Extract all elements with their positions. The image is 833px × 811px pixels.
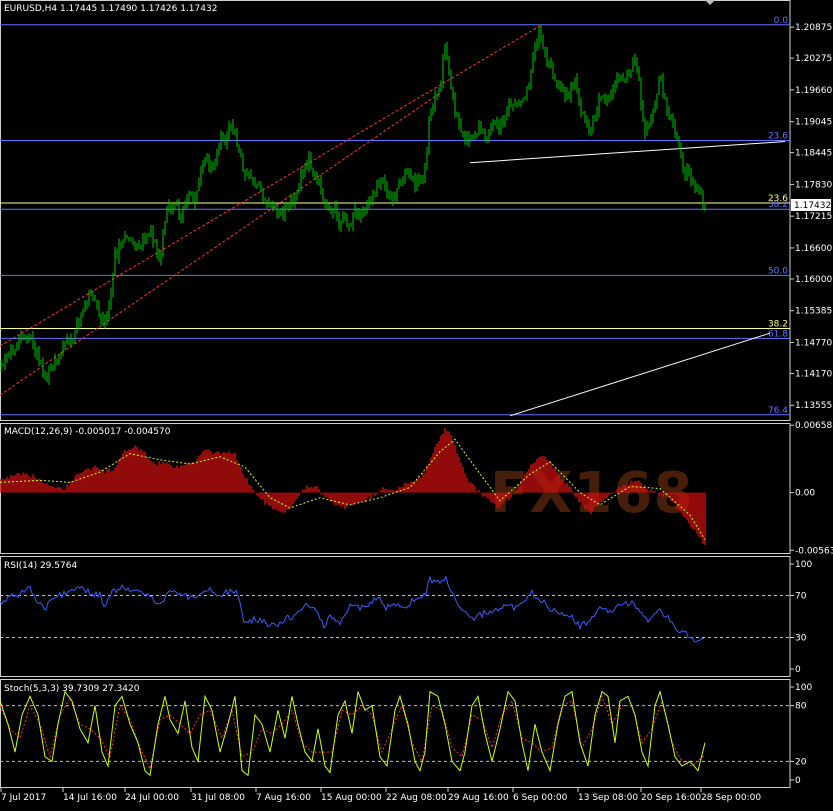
fib-level-label: 38.2 [768, 200, 788, 210]
time-tick-label: 20 Sep 16:00 [641, 793, 701, 803]
time-tick-label: 22 Aug 08:00 [386, 793, 447, 803]
chart-svg: 1.20875 1.20275 1.19660 1.19045 1.18445 1.178… [0, 0, 833, 811]
macd-axis-tick-label: 0.00 [795, 489, 815, 499]
time-tick-label: 14 Jul 16:00 [63, 793, 117, 803]
rsi-axis-tick-label: 70 [795, 592, 807, 602]
time-tick-label: 24 Jul 00:00 [125, 793, 179, 803]
price-axis-tick-label: 1.17215 [795, 212, 832, 222]
price-axis-tick-label: 1.16600 [795, 244, 832, 254]
fib-level-label: 23.6 [768, 132, 788, 142]
rsi-axis-tick-label: 0 [795, 665, 801, 675]
stoch-axis-tick-label: 0 [795, 776, 801, 786]
time-tick-label: 28 Sep 00:00 [701, 793, 761, 803]
current-price-label: 1.17432 [794, 201, 831, 211]
time-tick-label: 31 Jul 08:00 [191, 793, 245, 803]
price-axis-tick-label: 1.15385 [795, 307, 832, 317]
fib-level-label: 38.2 [768, 320, 788, 330]
price-axis-tick-label: 1.14170 [795, 369, 832, 379]
stoch-axis-tick-label: 20 [795, 757, 807, 767]
price-axis-tick-label: 1.20275 [795, 54, 832, 64]
time-tick-label: 7 Jul 2017 [1, 793, 46, 803]
stoch-axis-tick-label: 100 [795, 683, 812, 693]
price-axis-tick-label: 1.14770 [795, 338, 832, 348]
price-axis-tick-label: 1.18445 [795, 149, 832, 159]
macd-axis-tick-label: 0.006583 [795, 421, 833, 431]
fib-level-label: 76.4 [768, 406, 788, 416]
price-axis-tick-label: 1.19045 [795, 118, 832, 128]
fib-level-label: 61.8 [768, 329, 788, 339]
stoch-pane-title: Stoch(5,3,3) 39.7309 27.3420 [4, 684, 140, 694]
rsi-axis-tick-label: 30 [795, 634, 807, 644]
fib-level-label: 50.0 [768, 266, 788, 276]
price-axis-tick-label: 1.20875 [795, 23, 832, 33]
price-axis-tick-label: 1.17830 [795, 180, 832, 190]
macd-axis-tick-label: -0.005634 [795, 546, 833, 556]
time-tick-label: 29 Aug 16:00 [448, 793, 509, 803]
time-tick-label: 15 Aug 00:00 [321, 793, 382, 803]
price-axis-tick-label: 1.16000 [795, 275, 832, 285]
macd-pane-title: MACD(12,26,9) -0.005017 -0.004570 [4, 427, 171, 437]
price-axis-tick-label: 1.19660 [795, 86, 832, 96]
price-pane-title: EURUSD,H4 1.17445 1.17490 1.17426 1.1743… [4, 4, 217, 14]
time-tick-label: 6 Sep 00:00 [513, 793, 568, 803]
time-tick-label: 7 Aug 16:00 [256, 793, 311, 803]
rsi-axis-tick-label: 100 [795, 560, 812, 570]
fib-level-label: 0.0 [774, 16, 789, 26]
time-tick-label: 13 Sep 08:00 [578, 793, 638, 803]
rsi-pane-title: RSI(14) 29.5764 [4, 561, 77, 571]
stoch-axis-tick-label: 80 [795, 702, 807, 712]
price-axis-tick-label: 1.13555 [795, 401, 832, 411]
